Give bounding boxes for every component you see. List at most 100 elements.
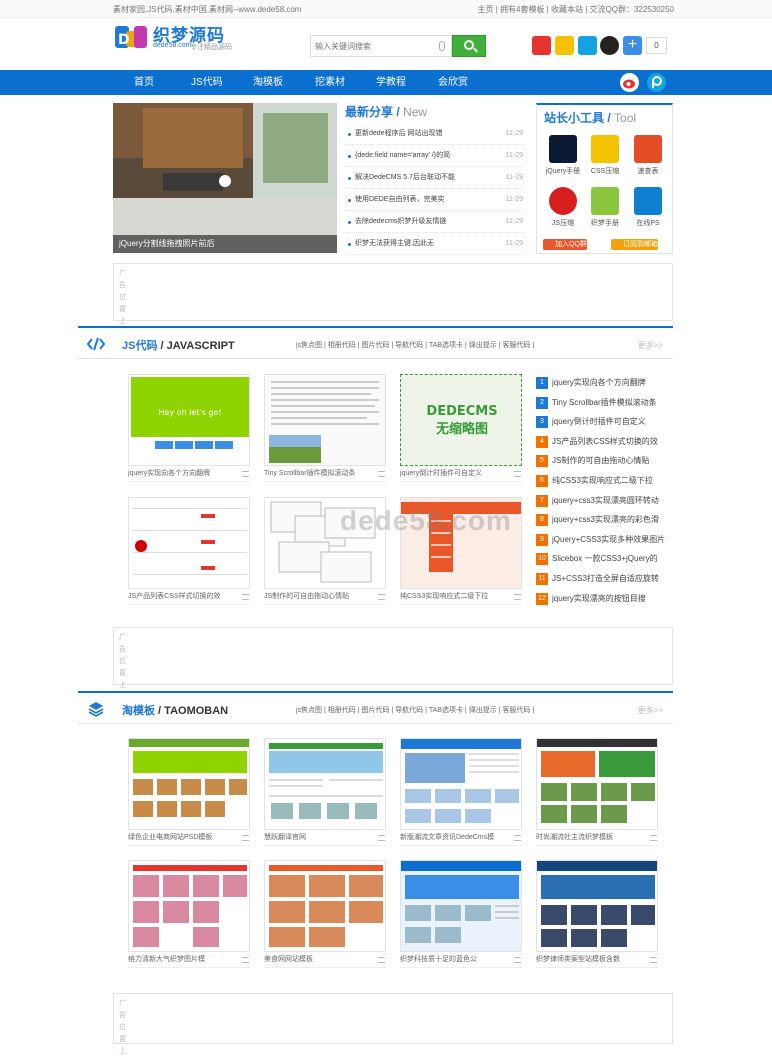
nav-showcase[interactable]: 会欣赏 [438,70,468,95]
rank-number: 6 [536,474,548,487]
nav-weibo-icon[interactable] [620,73,639,92]
svg-text:DEDECMS: DEDECMS [426,404,497,419]
top-links[interactable]: 主页 | 拥有4套模板 | 收藏本站 | 交流QQ群：322530250 [477,4,674,15]
tool-html5[interactable]: 速查表 [628,135,668,176]
tool-ps[interactable]: 在线PS [628,187,668,228]
nav-tutorials[interactable]: 学教程 [376,70,406,95]
rank-number: 12 [536,592,548,605]
rank-number: 4 [536,435,548,448]
join-qq-button[interactable]: 加入QQ群 [543,239,587,250]
news-item[interactable]: 更新dede程序后 网站出现错 11-29 [345,123,525,145]
tao-section-title: 淘模板 / TAOMOBAN [122,705,229,717]
news-item[interactable]: 织梦无法获得主键,因此无 11-29 [345,233,525,255]
news-item[interactable]: 去除dedecms织梦升级友情链 11-29 [345,211,525,233]
ad-slot-1[interactable]: 广告位置上 [113,263,673,325]
rank-number: 11 [536,572,548,585]
dede-manual-icon [591,187,619,215]
news-item[interactable]: 解决DedeCMS 5.7后台联动不能 11-29 [345,167,525,189]
logo-mark-icon: D [115,26,147,48]
rank-number: 8 [536,514,548,527]
list-icon [242,471,249,477]
news-item[interactable]: {dede:field name='array' /}的简 11-29 [345,145,525,167]
slider-caption: jQuery分割线拖拽照片前后 [113,235,337,253]
tao-card-6[interactable]: 美食网网站模板 [264,860,386,968]
demo-hello-text: Hey oh let's go! [158,408,221,417]
weibo-icon[interactable] [532,36,551,55]
news-heading: 最新分享 / New [345,105,428,119]
qq-icon[interactable] [600,36,619,55]
ranking-item[interactable]: 9 jQuery+CSS3实现多种效果图片 [536,530,673,550]
ad-slot-3[interactable]: 广告位置上 [113,993,673,1055]
photoshop-icon [634,187,662,215]
tao-section-tags[interactable]: js焦点图 | 相册代码 | 图片代码 | 导航代码 | TAB选项卡 | 弹出… [296,705,534,715]
nav-home[interactable]: 首页 [134,70,154,95]
tool-js[interactable]: JS压缩 [543,187,583,228]
js-card-3[interactable]: DEDECMS 无缩略图 jquery倒计时插件可自定义 [400,374,522,482]
js-more-link[interactable]: 更多>> [638,340,663,351]
tao-card-4[interactable]: 时尚潮流社主流织梦模板 [536,738,658,846]
nav-materials[interactable]: 挖素材 [315,70,345,95]
tool-css[interactable]: CSS压缩 [585,135,625,176]
tao-card-2[interactable]: 慧跃翻译官网 [264,738,386,846]
js-ranking-list: 1 jquery实现向各个方向翻牌 2 Tiny Scrollbar插件模拟滚动条 3 j… [536,373,673,608]
js-section-header: JS代码 / JAVASCRIPT js焦点图 | 相册代码 | 图片代码 | … [78,326,673,359]
tao-card-1[interactable]: 绿色企业电商网站PSD模板 [128,738,250,846]
nav-templates[interactable]: 淘模板 [253,70,283,95]
featured-slider[interactable]: jQuery分割线拖拽照片前后 [113,103,337,253]
ranking-item[interactable]: 6 纯CSS3实现响应式二级下拉 [536,471,673,491]
site-tagline: 素材家园,JS代码,素材中国,素材网--www.dede58.com [113,5,302,14]
rank-number: 9 [536,533,548,546]
share-plus-icon[interactable]: + [623,36,642,55]
microphone-icon[interactable] [439,41,445,51]
slider-image [113,103,337,253]
ranking-item[interactable]: 2 Tiny Scrollbar插件模拟滚动条 [536,393,673,413]
news-item[interactable]: 使用DEDE自由列表，完美实 11-29 [345,189,525,211]
tool-jquery[interactable]: jQuery手册 [543,135,583,176]
tool-dede[interactable]: 织梦手册 [585,187,625,228]
logo-domain: dede58.com [153,42,192,49]
js-section-tags[interactable]: js焦点图 | 相册代码 | 图片代码 | 导航代码 | TAB选项卡 | 弹出… [296,340,534,350]
tao-more-link[interactable]: 更多>> [638,705,663,716]
js-card-1[interactable]: Hey oh let's go! jquery实现向各个方向翻牌 [128,374,250,482]
tao-section-header: 淘模板 / TAOMOBAN js焦点图 | 相册代码 | 图片代码 | 导航代… [78,691,673,724]
nav-js[interactable]: JS代码 [191,70,223,95]
top-bar: 素材家园,JS代码,素材中国,素材网--www.dede58.com 主页 | … [0,0,772,18]
webmaster-tools: 站长小工具 / Tool jQuery手册 CSS压缩 速查表 JS压缩 织梦手… [536,103,673,254]
tao-card-8[interactable]: 织梦律师类案型站模板含数 [536,860,658,968]
css-icon [591,135,619,163]
jquery-icon [549,135,577,163]
ranking-item[interactable]: 7 jquery+css3实现漂亮圆环转动 [536,491,673,511]
search-input[interactable] [311,36,429,56]
svg-text:D: D [118,32,130,48]
js-compress-icon [549,187,577,215]
ranking-item[interactable]: 3 jquery倒计时插件可自定义 [536,412,673,432]
tao-card-7[interactable]: 织梦科技质十足的蓝色公 [400,860,522,968]
ranking-item[interactable]: 10 Slicebox 一款CSS3+jQuery的 [536,549,673,569]
ad-slot-2[interactable]: 广告位置上 [113,627,673,689]
js-card-4[interactable]: JS产品列表CSS样式切换的效 [128,497,250,605]
rank-number: 7 [536,494,548,507]
qzone-star-icon[interactable] [555,36,574,55]
search-button[interactable] [452,35,486,57]
ranking-item[interactable]: 5 JS制作的可自由拖动心情贴 [536,451,673,471]
code-icon [87,337,105,351]
ranking-item[interactable]: 11 JS+CSS3打造全屏自适应旋转 [536,569,673,589]
ranking-item[interactable]: 12 jquery实现漂亮的按钮目搜 [536,589,673,609]
logo[interactable]: D 织梦源码 dede58.com 专注精品源码 [115,21,235,53]
html5-icon [634,135,662,163]
tencent-weibo-icon[interactable] [578,36,597,55]
tools-heading: 站长小工具 / Tool [544,111,637,125]
js-card-2[interactable]: Tiny Scrollbar插件模拟滚动条 [264,374,386,482]
ranking-item[interactable]: 4 JS产品列表CSS样式切换的效 [536,432,673,452]
ranking-item[interactable]: 8 jquery+css3实现漂亮的彩色滑 [536,510,673,530]
main-nav: 首页 JS代码 淘模板 挖素材 学教程 会欣赏 [0,70,772,95]
subscribe-mail-button[interactable]: 订阅到邮箱 [611,239,658,250]
nav-tencent-icon[interactable] [647,73,666,92]
tao-card-3[interactable]: 新版潮流文章资讯DedeCms模 [400,738,522,846]
rank-number: 2 [536,396,548,409]
logo-slogan: 专注精品源码 [190,44,232,51]
tao-card-5[interactable]: 格力清新大气织梦图片模 [128,860,250,968]
rank-number: 3 [536,416,548,429]
rank-number: 5 [536,455,548,468]
ranking-item[interactable]: 1 jquery实现向各个方向翻牌 [536,373,673,393]
